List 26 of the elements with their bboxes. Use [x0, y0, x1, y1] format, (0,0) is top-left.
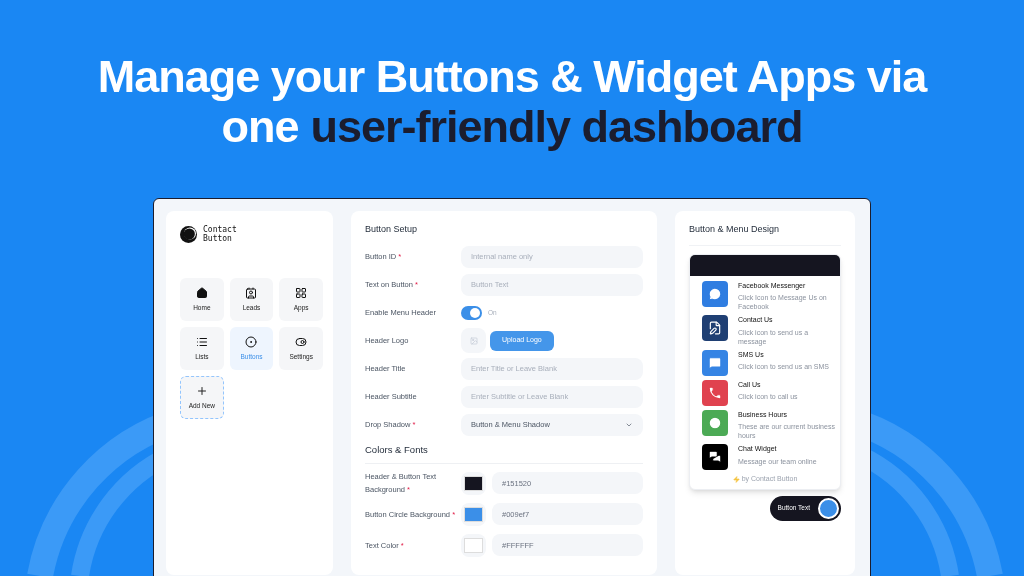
headline: Manage your Buttons & Widget Apps via	[97, 52, 927, 102]
headline: one	[221, 102, 299, 152]
target-circle-icon	[245, 335, 258, 348]
toggle-switch[interactable]	[461, 305, 482, 320]
logo-icon	[180, 225, 197, 243]
section-title: Colors & Fonts	[365, 442, 643, 464]
document-pen-icon[interactable]	[702, 315, 728, 341]
message-icon[interactable]	[702, 349, 728, 376]
headline-highlight: user-friendly dashboard	[310, 102, 803, 152]
logo-thumbnail	[461, 328, 486, 353]
contact-card-icon	[245, 286, 258, 299]
chat-bubble-icon[interactable]	[702, 280, 728, 307]
color-swatch[interactable]	[464, 506, 483, 522]
home-icon	[195, 286, 208, 299]
chat-bubbles-icon[interactable]	[702, 444, 728, 470]
section-title: Button Setup	[365, 223, 419, 236]
logo-text: Contact Button	[203, 225, 237, 243]
plus-icon	[195, 384, 208, 397]
list-icon	[195, 335, 208, 348]
color-swatch[interactable]	[464, 537, 483, 553]
lightning-icon	[732, 475, 740, 483]
toggle-icon	[295, 335, 308, 348]
section-title: Button & Menu Design	[689, 223, 841, 246]
grid-icon	[295, 286, 308, 299]
color-swatch[interactable]	[464, 475, 483, 491]
phone-icon[interactable]	[702, 379, 728, 406]
